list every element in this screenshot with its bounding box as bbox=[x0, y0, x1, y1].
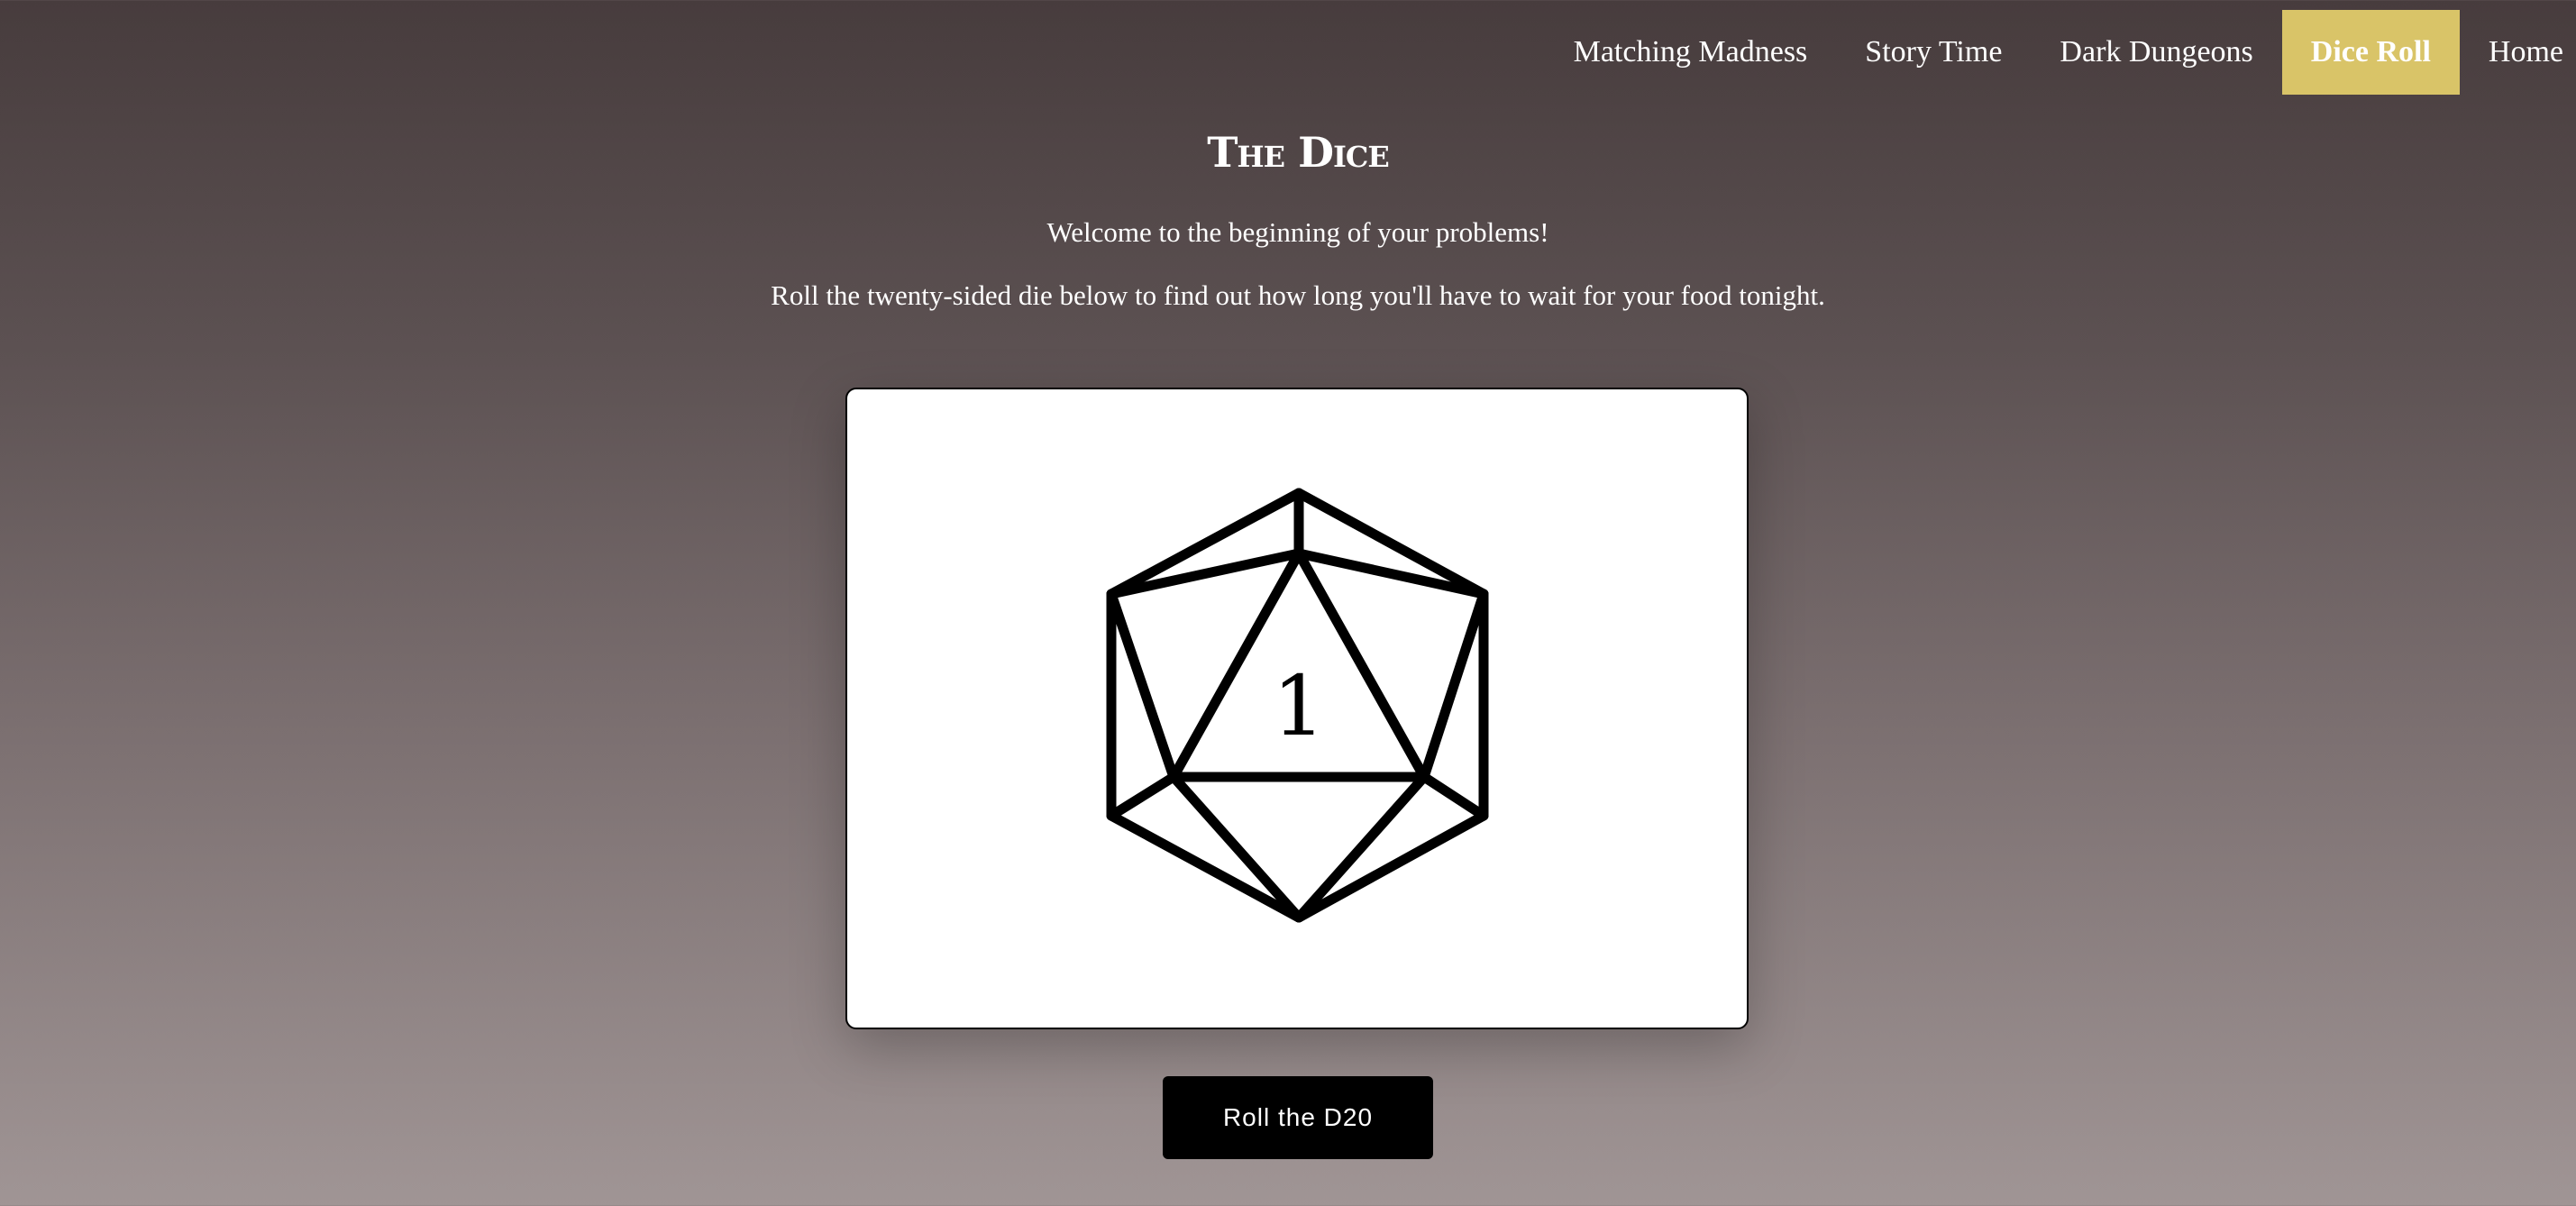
welcome-text: Welcome to the beginning of your problem… bbox=[1046, 216, 1549, 248]
nav-item-dice-roll[interactable]: Dice Roll bbox=[2281, 10, 2460, 95]
die-card: 1 bbox=[845, 388, 1749, 1029]
main-nav: Matching Madness Story Time Dark Dungeon… bbox=[1545, 10, 2576, 95]
nav-item-home[interactable]: Home bbox=[2460, 10, 2576, 95]
nav-item-dark-dungeons[interactable]: Dark Dungeons bbox=[2031, 10, 2281, 95]
roll-d20-button[interactable]: Roll the D20 bbox=[1163, 1076, 1433, 1159]
nav-item-matching-madness[interactable]: Matching Madness bbox=[1545, 10, 1837, 95]
d20-icon: 1 bbox=[1106, 488, 1489, 923]
nav-item-story-time[interactable]: Story Time bbox=[1836, 10, 2031, 95]
die-value: 1 bbox=[1273, 658, 1326, 754]
page-title: The Dice bbox=[1207, 128, 1390, 177]
instructions-text: Roll the twenty-sided die below to find … bbox=[771, 279, 1825, 311]
